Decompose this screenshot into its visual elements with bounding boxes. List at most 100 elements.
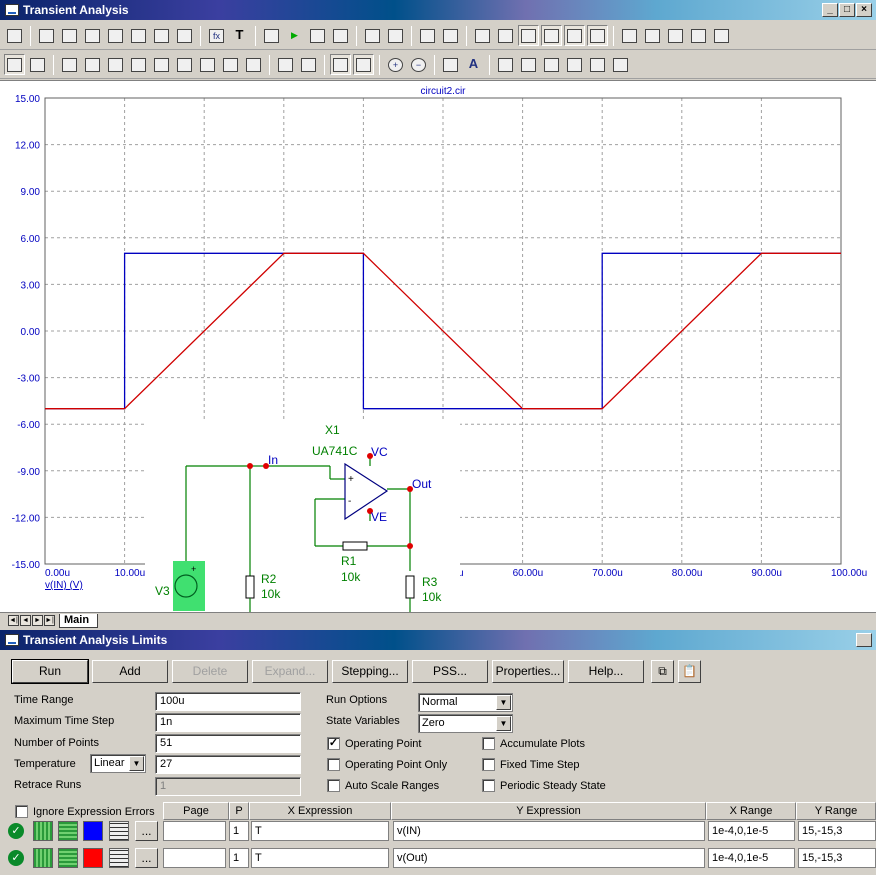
temperature-input[interactable]: 27 [155,755,301,774]
y-range-cell[interactable]: 15,-15,3 [798,821,876,841]
tile1-icon[interactable] [564,25,585,46]
retrace-input[interactable]: 1 [155,777,301,796]
grid-icon[interactable] [440,54,461,75]
axis-A-icon[interactable]: A [463,54,484,75]
x-range-cell[interactable]: 1e-4,0,1e-5 [708,848,795,868]
global-low-icon[interactable] [220,54,241,75]
peak-icon[interactable] [59,54,80,75]
layout1-icon[interactable] [472,25,493,46]
high-icon[interactable] [105,54,126,75]
low-icon[interactable] [128,54,149,75]
graph2-icon[interactable] [82,25,103,46]
valley-icon[interactable] [82,54,103,75]
box1-icon[interactable] [417,25,438,46]
prev-page-button[interactable]: ◄ [20,615,31,626]
help-button[interactable]: Help... [568,660,644,683]
erase-icon[interactable] [688,25,709,46]
next-page-button[interactable]: ► [32,615,43,626]
layout3-icon[interactable] [518,25,539,46]
graph1-icon[interactable] [59,25,80,46]
operating-point-only-checkbox[interactable]: Operating Point Only [327,758,447,771]
add-button[interactable]: Add [92,660,168,683]
cursor-mode2-icon[interactable] [27,54,48,75]
graph5-icon[interactable] [151,25,172,46]
accumulate-checkbox[interactable]: Accumulate Plots [482,737,585,750]
cursor-mode1-icon[interactable] [4,54,25,75]
zoom-in-icon[interactable]: + [385,54,406,75]
run-button[interactable]: Run [11,659,89,684]
chevron-down-icon[interactable]: ▼ [129,756,144,771]
maximize-button[interactable]: □ [839,3,855,17]
layout2-icon[interactable] [495,25,516,46]
paste-icon[interactable] [518,54,539,75]
stop-icon[interactable] [307,25,328,46]
color-swatch[interactable] [83,821,103,841]
graph3-icon[interactable] [105,25,126,46]
align-bottom-icon[interactable] [610,54,631,75]
table-icon[interactable] [109,821,129,841]
run-icon[interactable]: ▶ [284,25,305,46]
zoom-out-icon[interactable]: − [408,54,429,75]
align-right-icon[interactable] [564,54,585,75]
tile2-icon[interactable] [587,25,608,46]
minimize-button[interactable]: _ [822,3,838,17]
tab-main[interactable]: Main [59,613,99,628]
x-expression-cell[interactable]: T [251,848,389,868]
cursor-icon[interactable] [36,25,57,46]
x-range-cell[interactable]: 1e-4,0,1e-5 [708,821,795,841]
dropdown-icon[interactable] [275,54,296,75]
limits-close-button[interactable] [856,633,872,647]
color-swatch[interactable] [83,848,103,868]
max-step-input[interactable]: 1n [155,713,301,732]
chevron-down-icon[interactable]: ▼ [496,695,511,710]
temp-mode-select[interactable]: Linear ▼ [90,754,146,773]
x-range-header[interactable]: X Range [706,802,796,820]
auto-scale-checkbox[interactable]: Auto Scale Ranges [327,779,439,792]
page-column-header[interactable]: Page [163,802,229,820]
more-button[interactable]: ... [135,848,158,868]
plot-style-icon[interactable] [33,848,53,868]
fill-style-icon[interactable] [58,848,78,868]
table-icon[interactable] [109,848,129,868]
delete-button[interactable]: Delete [172,660,248,683]
y-expression-header[interactable]: Y Expression [391,802,706,820]
paste-icon[interactable]: 📋 [678,660,701,683]
close-button[interactable]: × [856,3,872,17]
zoom-x-icon[interactable] [642,25,663,46]
time-range-input[interactable]: 100u [155,692,301,711]
y-expression-cell[interactable]: v(IN) [393,821,705,841]
global-high-icon[interactable] [197,54,218,75]
x-expression-cell[interactable]: T [251,821,389,841]
plot-area[interactable]: 15.00 12.00 9.00 6.00 3.00 0.00 -3.00 -6.00 -9.0… [0,80,876,613]
align-left-icon[interactable] [541,54,562,75]
select-arrow-icon[interactable] [4,25,25,46]
y-expression-cell[interactable]: v(Out) [393,848,705,868]
p-column-header[interactable]: P [229,802,249,820]
scale-icon[interactable] [330,54,351,75]
graph6-icon[interactable] [174,25,195,46]
plot-style-icon[interactable] [33,821,53,841]
schematic-overlay[interactable]: +-+X1UA741C VCVEInOutR110kR210kR310kV3 [145,421,460,613]
state-vars-select[interactable]: Zero ▼ [418,714,513,733]
properties-button[interactable]: Properties... [492,660,564,683]
operating-point-checkbox[interactable]: ✓ Operating Point [327,737,421,750]
periodic-checkbox[interactable]: Periodic Steady State [482,779,606,792]
page-cell[interactable] [163,848,226,868]
stepping-button[interactable]: Stepping... [332,660,408,683]
run-options-select[interactable]: Normal ▼ [418,693,513,712]
first-page-button[interactable]: ◄| [8,615,19,626]
fit-icon[interactable] [353,54,374,75]
box2-icon[interactable] [440,25,461,46]
chevron-down-icon[interactable]: ▼ [496,716,511,731]
slope-icon[interactable] [174,54,195,75]
align-top-icon[interactable] [587,54,608,75]
ignore-errors-checkbox[interactable]: Ignore Expression Errors [15,805,155,818]
p-cell[interactable]: 1 [229,821,249,841]
list-icon[interactable] [298,54,319,75]
graph4-icon[interactable] [128,25,149,46]
settings-icon[interactable] [711,25,732,46]
expand-button[interactable]: Expand... [252,660,328,683]
pause-icon[interactable] [330,25,351,46]
x-expression-header[interactable]: X Expression [249,802,391,820]
last-page-button[interactable]: ►| [44,615,55,626]
